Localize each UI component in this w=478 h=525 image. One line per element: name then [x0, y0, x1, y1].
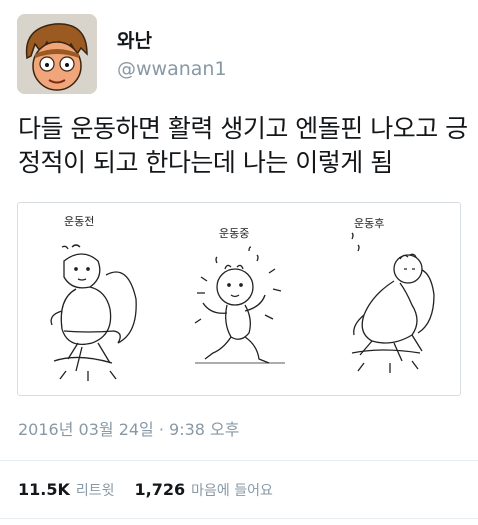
cartoon-face-icon: [17, 14, 97, 94]
comic-panel-label: 운동중: [219, 227, 250, 240]
tweet-media-image[interactable]: 운동전 운동중 운동후: [17, 202, 461, 396]
author-display-name[interactable]: 와난: [117, 26, 152, 53]
divider: [0, 518, 478, 519]
tweet-text: 다들 운동하면 활력 생기고 엔돌핀 나오고 긍정적이 되고 한다는데 나는 이…: [18, 114, 468, 177]
comic-panel-label: 운동전: [64, 215, 95, 228]
retweet-count[interactable]: 11.5K: [18, 480, 70, 499]
tweet-timestamp[interactable]: 2016년 03월 24일 · 9:38 오후: [18, 416, 239, 440]
like-label[interactable]: 마음에 들어요: [191, 480, 273, 500]
comic-panel-during: 운동중: [165, 203, 312, 395]
divider: [0, 460, 478, 461]
comic-panel-label: 운동후: [354, 217, 385, 230]
comic-panel-before: 운동전: [18, 203, 165, 395]
comic-panel-after: 운동후: [312, 203, 459, 395]
tweet-stats: 11.5K 리트윗 1,726 마음에 들어요: [18, 480, 293, 500]
retweet-label[interactable]: 리트윗: [76, 480, 115, 500]
avatar[interactable]: [17, 14, 97, 94]
slumped-person-drawing: [50, 244, 137, 381]
author-handle[interactable]: @wwanan1: [117, 58, 227, 80]
like-count[interactable]: 1,726: [135, 480, 186, 499]
exhausted-person-drawing: [351, 232, 435, 373]
